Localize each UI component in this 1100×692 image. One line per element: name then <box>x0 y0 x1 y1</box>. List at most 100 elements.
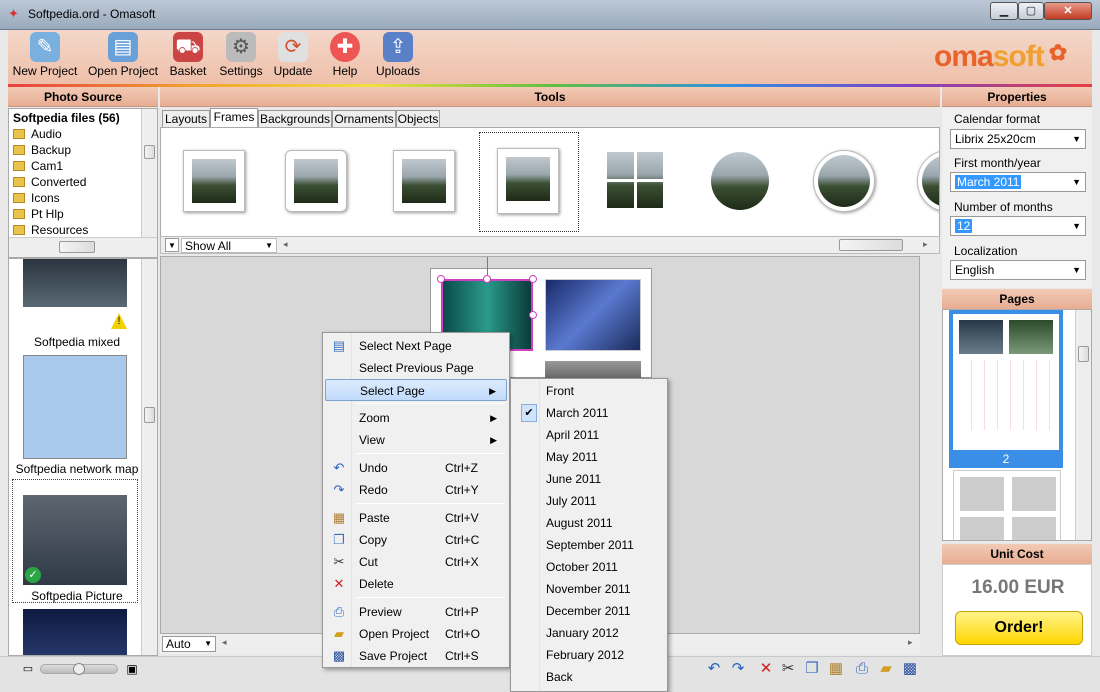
zoom-out-icon[interactable]: ▭ <box>18 660 38 678</box>
submenu-item-checked[interactable]: ✔ March 2011 <box>513 402 665 424</box>
resize-handle[interactable] <box>529 275 537 283</box>
filter-select[interactable]: Show All ▼ <box>181 238 277 253</box>
tree-horizontal-scrollbar[interactable] <box>9 237 157 257</box>
submenu-item[interactable]: Front <box>513 380 665 402</box>
page-thumbnail-selected[interactable]: 2 <box>949 310 1063 468</box>
uploads-button[interactable]: ⇪ Uploads <box>374 32 422 84</box>
frame-item[interactable] <box>604 149 667 212</box>
menu-item-save-project[interactable]: ▩ Save Project Ctrl+S <box>325 645 507 667</box>
menu-item-open-project[interactable]: ▰ Open Project Ctrl+O <box>325 623 507 645</box>
menu-item-copy[interactable]: ❐ Copy Ctrl+C <box>325 529 507 551</box>
preview-icon[interactable]: ⎙ <box>852 660 872 678</box>
submenu-item[interactable]: October 2011 <box>513 556 665 578</box>
scroll-thumb[interactable] <box>144 407 155 423</box>
maximize-button[interactable]: ▢ <box>1018 2 1044 20</box>
page-thumbnail[interactable] <box>953 470 1061 540</box>
submenu-item[interactable]: January 2012 <box>513 622 665 644</box>
localization-select[interactable]: English ▼ <box>950 260 1086 280</box>
resize-handle[interactable] <box>529 311 537 319</box>
tab-backgrounds[interactable]: Backgrounds <box>258 110 332 128</box>
zoom-slider[interactable] <box>40 663 118 675</box>
menu-item-cut[interactable]: ✂ Cut Ctrl+X <box>325 551 507 573</box>
photo-slot[interactable] <box>545 279 641 351</box>
menu-item-redo[interactable]: ↷ Redo Ctrl+Y <box>325 479 507 501</box>
filter-dropdown-button[interactable]: ▼ <box>165 238 179 252</box>
paste-icon[interactable]: ▦ <box>826 660 846 678</box>
tree-vertical-scrollbar[interactable] <box>141 109 157 237</box>
tree-item[interactable]: Icons <box>13 190 60 206</box>
frame-item[interactable] <box>917 150 939 212</box>
photo-list-scrollbar[interactable] <box>141 259 157 655</box>
resize-handle[interactable] <box>483 275 491 283</box>
photo-thumbnail[interactable] <box>23 609 127 655</box>
menu-item-zoom[interactable]: Zoom ▶ <box>325 407 507 429</box>
new-project-button[interactable]: ✎ New Project <box>12 32 78 84</box>
menu-item-select-previous-page[interactable]: Select Previous Page <box>325 357 507 379</box>
tab-objects[interactable]: Objects <box>396 110 440 128</box>
menu-item-select-page[interactable]: Select Page ▶ <box>325 379 507 401</box>
submenu-item[interactable]: September 2011 <box>513 534 665 556</box>
scroll-thumb[interactable] <box>59 241 95 253</box>
cut-icon[interactable]: ✂ <box>778 660 798 678</box>
submenu-item[interactable]: May 2011 <box>513 446 665 468</box>
frame-item[interactable] <box>813 150 875 212</box>
calendar-format-select[interactable]: Librix 25x20cm ▼ <box>950 129 1086 149</box>
redo-icon[interactable]: ↷ <box>728 660 748 678</box>
menu-item-preview[interactable]: ⎙ Preview Ctrl+P <box>325 601 507 623</box>
pages-scrollbar[interactable] <box>1075 310 1091 540</box>
scroll-thumb[interactable] <box>144 145 155 159</box>
submenu-item[interactable]: July 2011 <box>513 490 665 512</box>
submenu-item[interactable]: Back <box>513 666 665 688</box>
frame-item[interactable] <box>497 148 559 214</box>
tab-frames[interactable]: Frames <box>210 108 258 128</box>
scroll-left-arrow[interactable]: ◂ <box>222 637 227 648</box>
basket-button[interactable]: ⛟ Basket <box>168 32 208 84</box>
undo-icon[interactable]: ↶ <box>704 660 724 678</box>
frame-item[interactable] <box>285 150 347 212</box>
tree-item[interactable]: Backup <box>13 142 71 158</box>
close-button[interactable]: ✕ <box>1044 2 1092 20</box>
zoom-slider-thumb[interactable] <box>73 663 85 675</box>
submenu-item[interactable]: August 2011 <box>513 512 665 534</box>
scroll-thumb[interactable] <box>839 239 903 251</box>
tree-item[interactable]: Converted <box>13 174 86 190</box>
tree-root[interactable]: Softpedia files (56) <box>13 110 120 126</box>
menu-item-delete[interactable]: ✕ Delete <box>325 573 507 595</box>
scroll-thumb[interactable] <box>1078 346 1089 362</box>
menu-item-paste[interactable]: ▦ Paste Ctrl+V <box>325 507 507 529</box>
copy-icon[interactable]: ❐ <box>802 660 822 678</box>
menu-item-view[interactable]: View ▶ <box>325 429 507 451</box>
open-folder-icon[interactable]: ▰ <box>876 660 896 678</box>
delete-icon[interactable]: ✕ <box>756 660 776 678</box>
photo-thumbnail[interactable] <box>23 259 127 307</box>
tree-item[interactable]: Cam1 <box>13 158 63 174</box>
scroll-left-arrow[interactable]: ◂ <box>283 239 288 250</box>
submenu-item[interactable]: June 2011 <box>513 468 665 490</box>
help-button[interactable]: ✚ Help <box>324 32 366 84</box>
open-project-button[interactable]: ▤ Open Project <box>86 32 160 84</box>
tab-ornaments[interactable]: Ornaments <box>332 110 396 128</box>
menu-item-undo[interactable]: ↶ Undo Ctrl+Z <box>325 457 507 479</box>
zoom-select[interactable]: Auto ▼ <box>162 636 216 652</box>
scroll-right-arrow[interactable]: ▸ <box>923 239 928 250</box>
frame-item[interactable] <box>709 150 771 212</box>
tree-item[interactable]: Resources <box>13 222 88 238</box>
frame-item[interactable] <box>183 150 245 212</box>
submenu-item[interactable]: February 2012 <box>513 644 665 666</box>
submenu-item[interactable]: November 2011 <box>513 578 665 600</box>
scroll-right-arrow[interactable]: ▸ <box>908 637 913 648</box>
resize-handle[interactable] <box>437 275 445 283</box>
tab-layouts[interactable]: Layouts <box>162 110 210 128</box>
settings-button[interactable]: ⚙ Settings <box>216 32 266 84</box>
submenu-item[interactable]: April 2011 <box>513 424 665 446</box>
zoom-in-icon[interactable]: ▣ <box>122 660 142 678</box>
menu-item-select-next-page[interactable]: ▤ Select Next Page <box>325 335 507 357</box>
save-icon[interactable]: ▩ <box>900 660 920 678</box>
photo-slot[interactable] <box>545 361 641 379</box>
submenu-item[interactable]: December 2011 <box>513 600 665 622</box>
update-button[interactable]: ⟳ Update <box>272 32 314 84</box>
number-of-months-select[interactable]: 12 ▼ <box>950 216 1086 236</box>
frame-item[interactable] <box>393 150 455 212</box>
order-button[interactable]: Order! <box>955 611 1083 645</box>
tree-item[interactable]: Pt Hlp <box>13 206 64 222</box>
